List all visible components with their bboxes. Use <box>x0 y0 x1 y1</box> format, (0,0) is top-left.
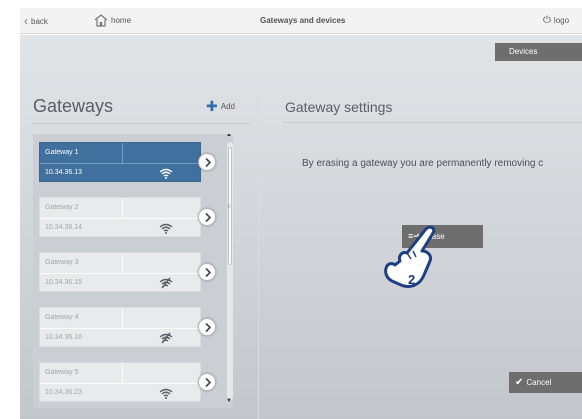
chevron-left-icon: ‹ <box>24 14 28 28</box>
card-divider <box>40 328 202 329</box>
app-window: ‹ back home Gateways and devices ⏻ logo De… <box>0 0 582 419</box>
chevron-right-icon <box>205 267 212 278</box>
open-gateway-button[interactable] <box>198 318 216 336</box>
back-button[interactable]: ‹ back <box>24 8 48 34</box>
settings-divider <box>283 122 582 123</box>
card-divider <box>122 198 123 218</box>
heading-divider <box>33 123 250 124</box>
main-area: Devices Gateways ✚ Add Gateway 1 10.34.36… <box>20 35 582 419</box>
gateway-card[interactable]: Gateway 3 10.34.36.15 <box>39 252 216 294</box>
chevron-right-icon <box>205 322 212 333</box>
open-gateway-button[interactable] <box>198 373 216 391</box>
gateway-ip: 10.34.36.16 <box>45 334 82 341</box>
gateway-name: Gateway 5 <box>45 369 79 376</box>
gateway-name: Gateway 3 <box>45 259 79 266</box>
logout-button[interactable]: ⏻ logo <box>543 8 569 34</box>
card-divider <box>40 383 202 384</box>
card-divider <box>122 308 123 328</box>
chevron-right-icon <box>205 212 212 223</box>
card-divider <box>40 163 202 164</box>
gateway-list: Gateway 1 10.34.36.13 Gateway 2 10.34.36… <box>33 134 233 408</box>
scroll-up-icon[interactable]: ▲ <box>226 134 232 138</box>
chevron-right-icon <box>205 157 212 168</box>
cancel-button[interactable]: ✔ Cancel <box>509 372 582 393</box>
cancel-label: Cancel <box>526 378 552 387</box>
home-button[interactable]: home <box>94 8 131 34</box>
page-title: Gateways and devices <box>260 16 346 25</box>
logout-label: logo <box>553 16 570 25</box>
wifi-off-icon <box>159 331 173 349</box>
step-number: 2 <box>408 272 416 287</box>
gateway-ip: 10.34.36.15 <box>45 279 82 286</box>
chevron-right-icon <box>205 377 212 388</box>
add-gateway-button[interactable]: ✚ Add <box>206 98 235 115</box>
panel-divider <box>258 95 259 419</box>
wifi-icon <box>159 221 173 239</box>
grip-icon: ≡ <box>227 204 231 210</box>
open-gateway-button[interactable] <box>198 208 216 226</box>
settings-heading: Gateway settings <box>285 99 393 115</box>
back-label: back <box>31 17 48 26</box>
gateway-card[interactable]: Gateway 4 10.34.36.16 <box>39 307 216 349</box>
gateway-ip: 10.34.36.23 <box>45 389 82 396</box>
wifi-off-icon <box>159 276 173 294</box>
gateway-name: Gateway 4 <box>45 314 79 321</box>
gateway-name: Gateway 1 <box>45 149 79 156</box>
tab-devices[interactable]: Devices <box>495 43 582 61</box>
plus-icon: ✚ <box>206 98 218 114</box>
erase-warning-text: By erasing a gateway you are permanently… <box>302 158 544 169</box>
scroll-down-icon[interactable]: ▼ <box>226 398 232 404</box>
top-bar: ‹ back home Gateways and devices ⏻ logo <box>20 8 582 34</box>
card-divider <box>40 273 202 274</box>
card-divider <box>122 143 123 163</box>
home-icon <box>94 14 108 27</box>
card-divider <box>122 363 123 383</box>
card-divider <box>122 253 123 273</box>
gateways-heading: Gateways <box>33 96 114 116</box>
check-icon: ✔ <box>515 377 524 388</box>
card-divider <box>40 218 202 219</box>
gateway-name: Gateway 2 <box>45 204 79 211</box>
gateway-ip: 10.34.36.14 <box>45 224 82 231</box>
gateway-ip: 10.34.36.13 <box>45 169 82 176</box>
home-label: home <box>111 16 132 25</box>
wifi-icon <box>159 386 173 404</box>
power-icon: ⏻ <box>543 15 551 26</box>
open-gateway-button[interactable] <box>198 263 216 281</box>
gateway-card[interactable]: Gateway 5 10.34.36.23 <box>39 362 216 404</box>
open-gateway-button[interactable] <box>198 153 216 171</box>
gateway-card[interactable]: Gateway 2 10.34.36.14 <box>39 197 216 239</box>
add-label: Add <box>220 102 235 111</box>
gateway-card[interactable]: Gateway 1 10.34.36.13 <box>39 142 216 184</box>
wifi-icon <box>159 166 173 184</box>
